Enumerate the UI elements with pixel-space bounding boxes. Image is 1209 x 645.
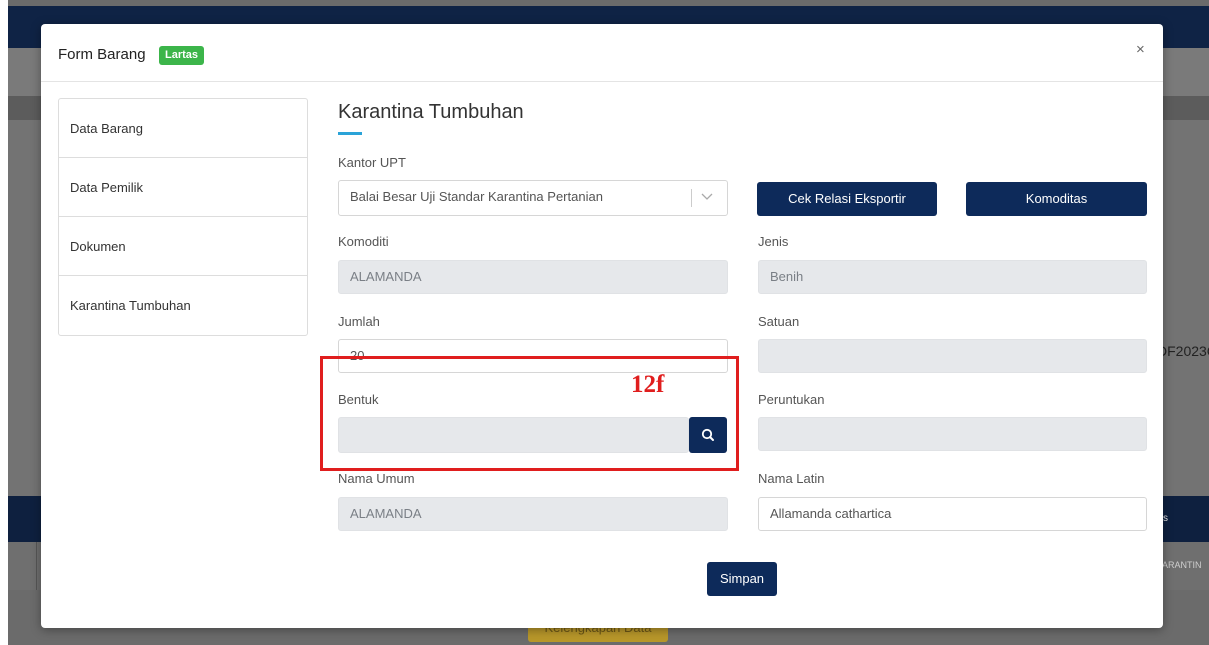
sidebar-nav: Data Barang Data Pemilik Dokumen Karanti… [58, 98, 308, 336]
section-title-underline [338, 132, 362, 135]
form-barang-modal: Form Barang Lartas × Data Barang Data Pe… [41, 24, 1163, 628]
annotation-label: 12f [631, 371, 665, 398]
background-header-text: s [1163, 513, 1168, 524]
komoditi-field: ALAMANDA [338, 260, 728, 294]
sidebar-item-label: Dokumen [70, 238, 126, 254]
simpan-button[interactable]: Simpan [707, 562, 777, 596]
cek-relasi-eksportir-button[interactable]: Cek Relasi Eksportir [757, 182, 937, 216]
sidebar-item-label: Data Barang [70, 120, 143, 136]
background-doc-number: DF2023C [1157, 343, 1209, 359]
sidebar-item-karantina-tumbuhan[interactable]: Karantina Tumbuhan [59, 276, 307, 335]
jenis-field: Benih [758, 260, 1147, 294]
jenis-label: Jenis [758, 234, 789, 249]
section-title: Karantina Tumbuhan [338, 101, 524, 123]
background-row-divider [36, 542, 37, 590]
annotation-box [320, 356, 739, 471]
modal-title: Form Barang [58, 46, 146, 63]
sidebar-item-data-pemilik[interactable]: Data Pemilik [59, 158, 307, 217]
komoditas-button[interactable]: Komoditas [966, 182, 1147, 216]
peruntukan-label: Peruntukan [758, 392, 825, 407]
sidebar-item-dokumen[interactable]: Dokumen [59, 217, 307, 276]
jumlah-label: Jumlah [338, 314, 380, 329]
modal-header: Form Barang Lartas × [41, 24, 1163, 82]
select-separator [691, 189, 692, 207]
sidebar-item-label: Data Pemilik [70, 179, 143, 195]
nama-umum-label: Nama Umum [338, 471, 415, 486]
kantor-upt-label: Kantor UPT [338, 155, 406, 170]
kantor-upt-value: Balai Besar Uji Standar Karantina Pertan… [350, 189, 603, 204]
nama-latin-input[interactable]: Allamanda cathartica [758, 497, 1147, 531]
satuan-label: Satuan [758, 314, 800, 329]
nama-latin-label: Nama Latin [758, 471, 825, 486]
sidebar-item-label: Karantina Tumbuhan [70, 298, 191, 313]
satuan-field [758, 339, 1147, 373]
chevron-down-icon[interactable] [701, 181, 713, 213]
lartas-badge: Lartas [159, 46, 205, 65]
komoditi-label: Komoditi [338, 234, 389, 249]
peruntukan-field [758, 417, 1147, 451]
sidebar-item-data-barang[interactable]: Data Barang [59, 99, 307, 158]
nama-umum-field: ALAMANDA [338, 497, 728, 531]
kantor-upt-select[interactable]: Balai Besar Uji Standar Karantina Pertan… [338, 180, 728, 216]
close-icon[interactable]: × [1136, 41, 1145, 58]
